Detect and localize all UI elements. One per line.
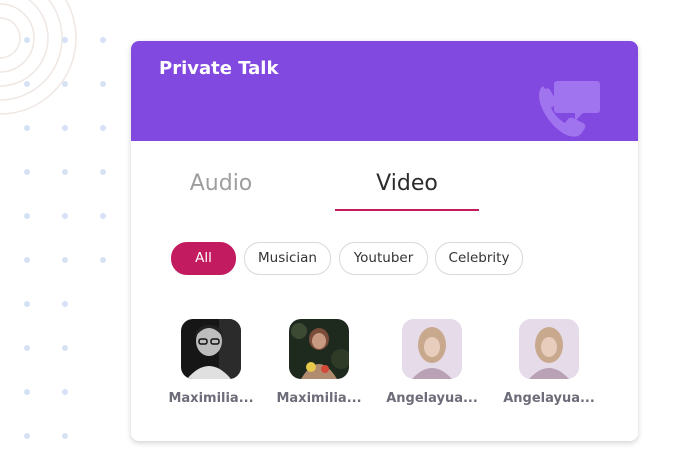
tab-audio[interactable]: Audio (181, 171, 261, 196)
person-card[interactable]: Angelayua... (499, 319, 599, 406)
person-card[interactable]: Maximilia... (269, 319, 369, 406)
person-name: Angelayua... (503, 391, 595, 406)
person-card[interactable]: Angelayua... (382, 319, 482, 406)
private-talk-card: Private Talk Audio Video All Musician Yo… (131, 41, 638, 441)
filter-musician[interactable]: Musician (244, 242, 331, 275)
avatar (289, 319, 349, 379)
person-name: Maximilia... (168, 391, 254, 406)
filter-youtuber[interactable]: Youtuber (339, 242, 428, 275)
card-title: Private Talk (159, 58, 279, 79)
avatar (519, 319, 579, 379)
phone-message-icon (539, 81, 600, 137)
avatar (181, 319, 241, 379)
filter-celebrity[interactable]: Celebrity (435, 242, 523, 275)
person-card[interactable]: Maximilia... (161, 319, 261, 406)
people-list: Maximilia... Maximilia... Angelayua... A… (131, 319, 638, 409)
person-name: Angelayua... (386, 391, 478, 406)
avatar (402, 319, 462, 379)
media-tabs: Audio Video (131, 171, 638, 211)
card-header: Private Talk (131, 41, 638, 141)
active-tab-indicator (335, 209, 479, 211)
tab-video[interactable]: Video (335, 171, 479, 196)
person-name: Maximilia... (276, 391, 362, 406)
filter-all[interactable]: All (171, 242, 236, 275)
